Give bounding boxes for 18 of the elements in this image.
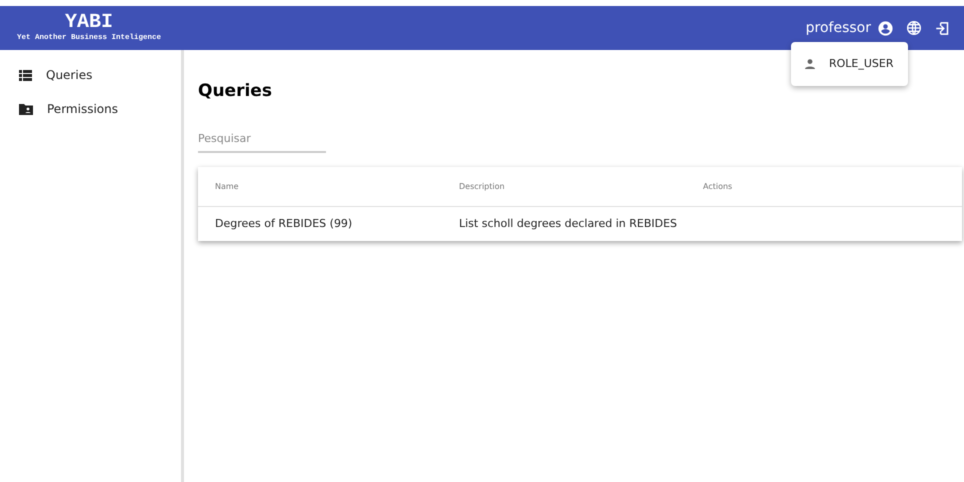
logout-icon[interactable] <box>935 20 950 36</box>
page-title: Queries <box>198 80 272 103</box>
globe-icon[interactable] <box>906 20 922 36</box>
column-header: Description <box>459 180 505 192</box>
account-icon[interactable] <box>877 20 894 36</box>
table-cell-text: List scholl degrees declared in REBIDES <box>459 216 678 232</box>
user-name[interactable]: professor <box>806 18 871 38</box>
sidebar-item[interactable]: Queries <box>0 58 181 92</box>
person-icon <box>805 59 815 69</box>
sidebar-item[interactable]: Permissions <box>0 92 181 126</box>
list-icon <box>19 70 32 80</box>
app-title: YABI <box>64 13 113 33</box>
column-header: Actions <box>703 180 732 192</box>
search-field[interactable]: Pesquisar <box>198 130 326 153</box>
menu-item[interactable]: ROLE_USER <box>791 50 908 78</box>
table-cell-text: Degrees of REBIDES (99) <box>215 216 352 232</box>
folder-person-icon <box>19 104 33 114</box>
column-header: Name <box>215 180 239 192</box>
